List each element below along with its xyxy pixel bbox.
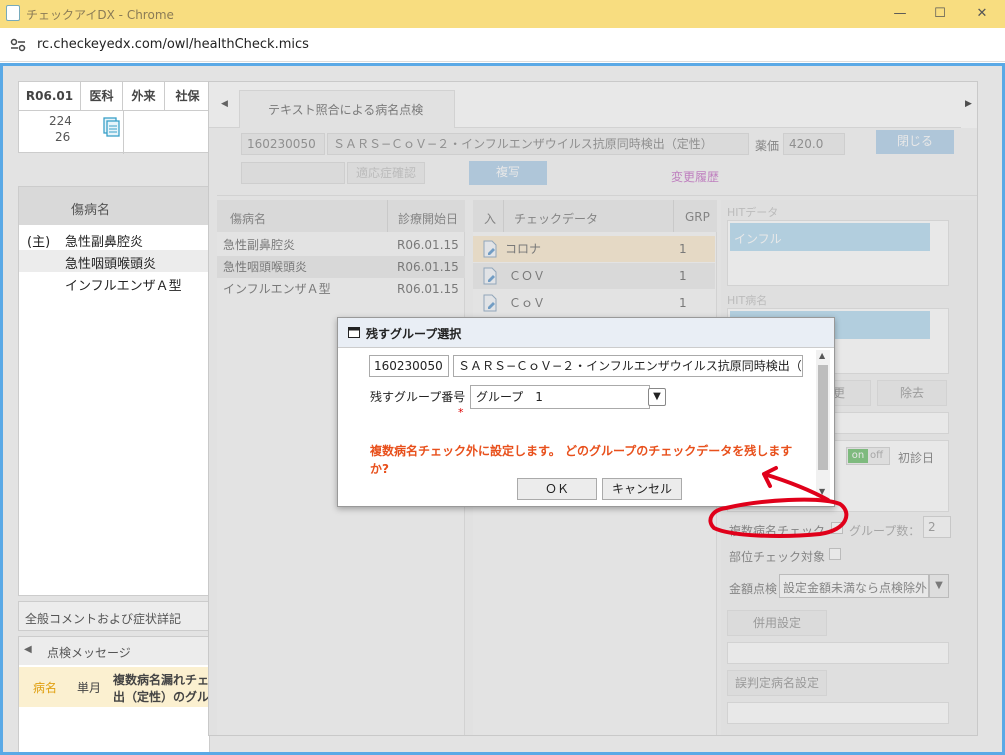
message-col-month: 単月 bbox=[77, 681, 102, 695]
ok-button[interactable]: ＯＫ bbox=[517, 478, 597, 500]
site-settings-icon[interactable] bbox=[10, 38, 26, 52]
header-cell-dept: 医科 bbox=[81, 82, 123, 110]
close-window-button[interactable]: ✕ bbox=[962, 2, 1002, 26]
disease-prefix: (主) bbox=[27, 235, 51, 250]
header-cell-visit: 外来 bbox=[123, 82, 165, 110]
message-text-line2: 出（定性）のグル bbox=[113, 690, 210, 704]
url-text[interactable]: rc.checkeyedx.com/owl/healthCheck.mics bbox=[37, 37, 309, 52]
count-top: 224 bbox=[49, 114, 72, 128]
required-mark: * bbox=[458, 406, 464, 419]
header-cell-insurance: 社保 bbox=[165, 82, 211, 110]
receipt-header-panel: R06.01 医科 外来 社保 224 26 bbox=[18, 81, 211, 154]
scroll-thumb[interactable] bbox=[818, 365, 828, 470]
chevron-down-icon[interactable]: ▼ bbox=[648, 388, 666, 406]
browser-title-bar: チェックアイDX - Chrome — ☐ ✕ bbox=[0, 0, 1005, 28]
scroll-up-icon[interactable]: ▲ bbox=[819, 351, 825, 360]
annotation-arrow bbox=[708, 466, 849, 538]
disease-item[interactable]: インフルエンザＡ型 bbox=[65, 275, 182, 294]
dialog-code-field[interactable]: 160230050 bbox=[369, 355, 449, 377]
window-title: チェックアイDX - Chrome bbox=[26, 8, 174, 22]
message-col-disease: 病名 bbox=[33, 681, 58, 695]
window-icon bbox=[348, 327, 360, 338]
disease-header: 傷病名 bbox=[71, 203, 111, 218]
tab-prev-icon[interactable]: ◀ bbox=[24, 644, 32, 655]
message-text-line1: 複数病名漏れチェ bbox=[113, 673, 210, 687]
minimize-button[interactable]: — bbox=[880, 2, 920, 26]
comment-label: 全般コメントおよび症状詳記 bbox=[25, 612, 182, 626]
header-cell-date: R06.01 bbox=[19, 82, 81, 110]
maximize-button[interactable]: ☐ bbox=[920, 2, 960, 26]
disease-item[interactable]: 急性副鼻腔炎 bbox=[65, 231, 143, 250]
disease-panel: 傷病名 (主) 急性副鼻腔炎 急性咽頭喉頭炎 インフルエンザＡ型 bbox=[18, 186, 210, 596]
disease-item[interactable]: 急性咽頭喉頭炎 bbox=[65, 253, 156, 272]
document-icon[interactable] bbox=[103, 117, 121, 137]
group-number-label: 残すグループ番号 bbox=[370, 390, 466, 404]
count-bottom: 26 bbox=[55, 130, 71, 144]
tab-message[interactable]: 点検メッセージ bbox=[47, 644, 131, 661]
app-icon bbox=[6, 5, 20, 21]
group-number-select[interactable]: グループ 1 bbox=[470, 385, 650, 409]
dialog-header: 残すグループ選択 bbox=[338, 318, 834, 348]
dialog-item-name-field[interactable]: ＳＡＲＳ−ＣｏＶ−２・インフルエンザウイルス抗原同時検出（ bbox=[453, 355, 803, 377]
address-bar[interactable]: rc.checkeyedx.com/owl/healthCheck.mics bbox=[0, 28, 1005, 62]
cancel-button[interactable]: キャンセル bbox=[602, 478, 682, 500]
comment-panel[interactable]: 全般コメントおよび症状詳記 bbox=[18, 601, 210, 631]
message-panel: ◀ 点検メッセージ 病名 単月 複数病名漏れチェ 出（定性）のグル bbox=[18, 636, 210, 752]
dialog-title: 残すグループ選択 bbox=[366, 327, 462, 341]
